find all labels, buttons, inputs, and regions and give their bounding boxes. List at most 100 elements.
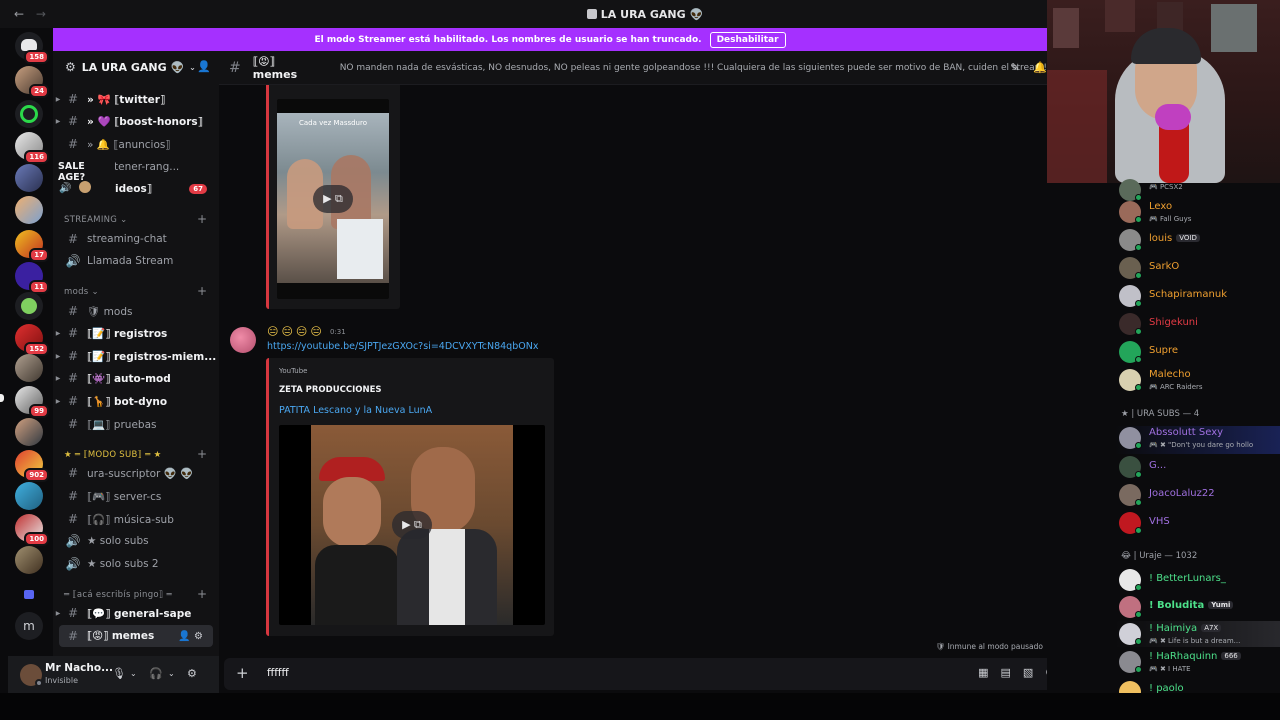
category-streaming[interactable]: STREAMING ⌄	[64, 215, 128, 225]
embed-title[interactable]: PATITA Lescano y la Nueva LunA	[279, 405, 432, 416]
notification-bell-icon[interactable]: 🔔	[1033, 61, 1047, 74]
play-icon[interactable]: ▶ ⧉	[313, 185, 353, 213]
server-icon[interactable]: 17	[15, 230, 49, 262]
channel-settings-icon[interactable]: 👤 ⚙	[178, 631, 203, 642]
create-channel-plus-icon[interactable]: +	[197, 284, 207, 298]
channel-twitter[interactable]: ▶ # » 🎀 ⟦twitter⟧	[53, 88, 219, 110]
member-name: ! Haimiya	[1149, 623, 1198, 634]
channel-name: 🛡 mods	[87, 305, 133, 318]
channel-bot-dyno[interactable]: ▶ # ⟦🦒⟧ bot-dyno	[53, 390, 219, 412]
category-aca-escribis[interactable]: ═ ⟦acá escribís pingo⟧ ═	[64, 590, 172, 600]
guild-header[interactable]: ⚙ LA URA GANG 👽 ⌄ 👤	[53, 51, 219, 83]
server-icon[interactable]	[15, 100, 43, 128]
embed-author[interactable]: ZETA PRODUCCIONES	[279, 385, 382, 395]
video-caption: Cada vez Massduro	[299, 119, 367, 127]
server-icon[interactable]	[15, 196, 43, 224]
server-icon[interactable]: 11	[15, 262, 49, 294]
server-icon[interactable]	[15, 354, 43, 382]
server-icon[interactable]: 99	[15, 386, 49, 418]
message-author-emoji[interactable]: 😑😑😑😑	[267, 325, 325, 338]
channel-general-sape[interactable]: ▶ # ⟦💬⟧ general-sape	[53, 602, 219, 624]
channel-mods[interactable]: # 🛡 mods	[53, 300, 219, 322]
gif-icon[interactable]: ▤	[1001, 666, 1023, 679]
gift-icon[interactable]: ▦	[978, 666, 1000, 679]
video-thumbnail[interactable]: ▶ ⧉	[279, 425, 545, 625]
webcam-overlay	[1047, 0, 1280, 183]
threads-icon[interactable]: ✎	[1010, 61, 1019, 74]
channel-pruebas[interactable]: # ⟦💻⟧ pruebas	[53, 413, 219, 435]
disable-streamer-button[interactable]: Deshabilitar	[709, 31, 786, 48]
server-icon[interactable]: 152	[15, 324, 49, 356]
user-status: Invisible	[45, 676, 78, 685]
channel-name: ⟦twitter⟧	[114, 93, 166, 106]
hash-icon: #	[67, 512, 79, 526]
online-dot	[1135, 194, 1142, 201]
server-icon[interactable]	[15, 164, 43, 192]
headphones-icon[interactable]: 🎧	[149, 667, 163, 680]
microphone-icon[interactable]: 🎙	[112, 667, 126, 680]
channel-solo-subs-2[interactable]: 🔊 ★ solo subs 2	[53, 553, 219, 575]
chevron-down-icon[interactable]: ⌄	[130, 669, 137, 678]
channel-musica-sub[interactable]: # ⟦🎧⟧ música-sub	[53, 508, 219, 530]
selected-indicator	[0, 394, 4, 402]
channel-anuncios[interactable]: # » 🔔 ⟦anuncios⟧	[53, 133, 219, 155]
channel-streaming-chat[interactable]: # streaming-chat	[53, 228, 219, 250]
user-settings-gear-icon[interactable]: ⚙	[187, 667, 197, 680]
create-channel-plus-icon[interactable]: +	[197, 447, 207, 461]
play-icon[interactable]: ▶ ⧉	[392, 511, 432, 539]
folder-icon[interactable]	[24, 590, 34, 599]
invite-people-icon[interactable]: 👤	[197, 60, 211, 73]
hash-icon: #	[67, 466, 79, 480]
channel-prefix: » 🎀	[87, 93, 115, 106]
server-icon[interactable]: 116	[15, 132, 49, 164]
channel-memes[interactable]: # ⟦😡⟧ memes 👤 ⚙	[59, 625, 213, 647]
server-icon[interactable]	[15, 546, 43, 574]
channel-server-cs[interactable]: # ⟦🎮⟧ server-cs	[53, 485, 219, 507]
direct-messages-icon[interactable]: 158	[15, 32, 49, 64]
channel-llamada-stream[interactable]: 🔊 Llamada Stream	[53, 250, 219, 272]
server-icon[interactable]: 100	[15, 514, 49, 546]
member-list: 🎮 PCSX2 Lexo 🎮 Fall Guys louis VOID SarkO …	[1047, 179, 1280, 703]
channel-name: ★ solo subs 2	[87, 558, 159, 570]
server-rail: 158 24 116 17 11 152 99 902 100 m	[0, 28, 52, 658]
channel-boost-honors[interactable]: ▶ # » 💜 ⟦boost-honors⟧	[53, 110, 219, 132]
channel-solo-subs[interactable]: 🔊 ★ solo subs	[53, 530, 219, 552]
server-icon[interactable]: 24	[15, 66, 49, 98]
server-icon[interactable]: 902	[15, 450, 49, 482]
member-name: Supre	[1149, 345, 1179, 356]
channel-ura-suscriptor[interactable]: # ura-suscriptor 👽 👽	[53, 462, 219, 484]
hash-icon: #	[229, 59, 241, 76]
channel-auto-mod[interactable]: ▶ # ⟦👾⟧ auto-mod	[53, 367, 219, 389]
category-modo-sub[interactable]: ★ ═ ⟦MODO SUB⟧ ═ ★	[64, 450, 162, 460]
username[interactable]: Mr Nacho...	[45, 662, 113, 674]
add-attachment-plus-icon[interactable]: +	[236, 664, 249, 682]
channel-registros-miembros[interactable]: ▶ # ⟦📝⟧ registros-miem...	[53, 345, 219, 367]
message-input[interactable]: ffffff	[267, 667, 289, 679]
server-icon[interactable]	[15, 292, 43, 320]
create-channel-plus-icon[interactable]: +	[197, 587, 207, 601]
sticker-icon[interactable]: ▧	[1023, 666, 1045, 679]
hash-icon: #	[67, 371, 79, 385]
unread-badge: 902	[24, 468, 49, 482]
member-name: ! BetterLunars_	[1149, 573, 1226, 584]
video-thumbnail[interactable]: Cada vez Massduro ▶ ⧉	[277, 99, 389, 299]
message-composer[interactable]: + ffffff ▦▤▧☺✣	[224, 658, 1104, 690]
server-icon[interactable]	[15, 418, 43, 446]
online-dot	[1135, 328, 1142, 335]
hash-icon: #	[67, 394, 79, 408]
message-link[interactable]: https://youtube.be/SJPTJezGXOc?si=4DCVXY…	[267, 341, 538, 352]
hash-icon: #	[67, 489, 79, 503]
mic-pop-filter	[1155, 104, 1191, 130]
chevron-down-icon[interactable]: ⌄	[168, 669, 175, 678]
category-mods[interactable]: mods ⌄	[64, 287, 99, 297]
channel-name: ura-suscriptor 👽 👽	[87, 467, 194, 480]
online-dot	[1135, 471, 1142, 478]
avatar[interactable]	[230, 327, 256, 353]
channel-topic[interactable]: NO manden nada de esvásticas, NO desnudo…	[340, 63, 1047, 73]
channel-registros[interactable]: ▶ # ⟦📝⟧ registros	[53, 322, 219, 344]
channel-name: ⟦boost-honors⟧	[114, 115, 203, 128]
channel-name: ⟦🎧⟧ música-sub	[87, 513, 174, 526]
create-channel-plus-icon[interactable]: +	[197, 212, 207, 226]
server-letter-icon[interactable]: m	[15, 612, 43, 640]
server-icon[interactable]	[15, 482, 43, 510]
